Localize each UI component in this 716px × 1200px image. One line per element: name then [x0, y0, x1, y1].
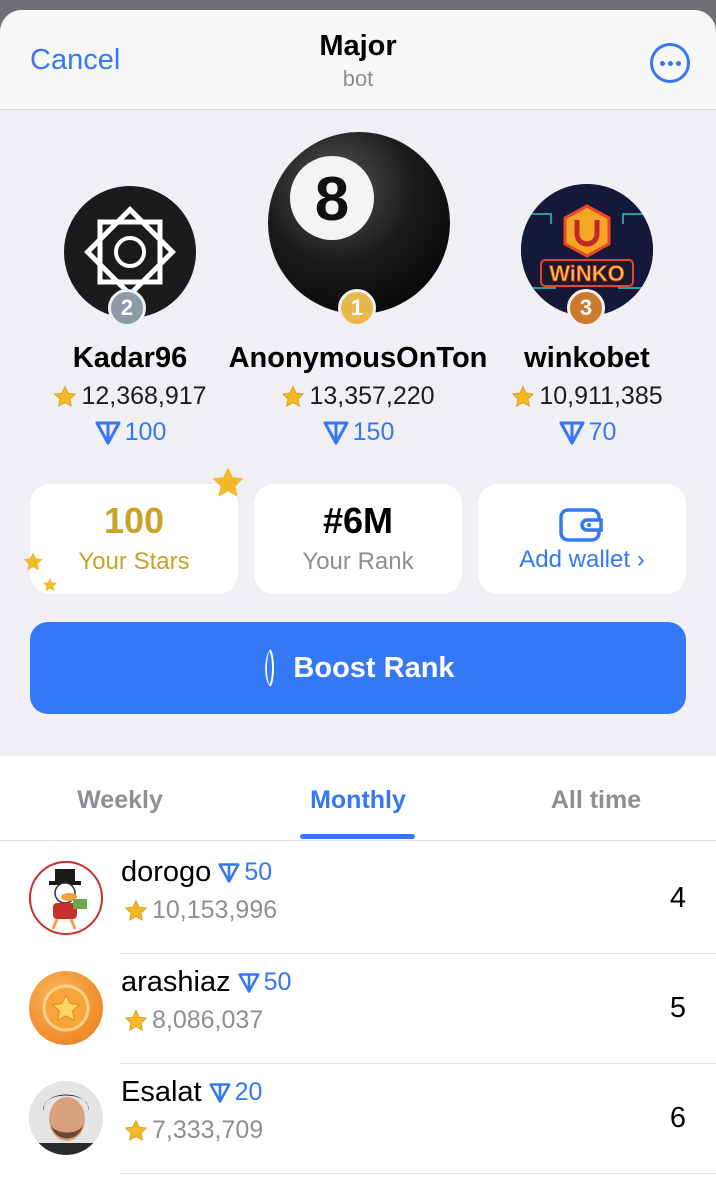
eight-ball-icon: 8 — [290, 156, 374, 240]
row-ton: 50 — [237, 968, 292, 997]
ton-icon — [323, 421, 349, 444]
star-icon — [54, 385, 77, 407]
ton-value: 100 — [124, 418, 167, 446]
avatar — [29, 1081, 103, 1155]
avatar — [29, 861, 103, 935]
stars-value: 7,333,709 — [152, 1116, 264, 1144]
podium-stars: 12,368,917 — [30, 382, 230, 411]
header-bar: Cancel Major bot — [0, 10, 716, 110]
stars-value: 12,368,917 — [81, 382, 207, 410]
list-item[interactable]: Esalat 20 7,333,709 6 — [0, 1064, 716, 1174]
rank-badge: 2 — [108, 289, 146, 327]
ton-icon — [238, 972, 260, 993]
row-stars: 10,153,996 — [124, 896, 277, 925]
duck-character-icon — [49, 869, 87, 930]
ton-icon — [209, 1082, 231, 1103]
stars-value: 8,086,037 — [152, 1006, 264, 1034]
podium-name: Kadar96 — [72, 342, 188, 374]
sparkle-star-icon — [43, 578, 57, 592]
sparkle-star-icon — [23, 552, 43, 571]
podium-stars: 13,357,220 — [258, 382, 458, 411]
ton-value: 150 — [352, 418, 395, 446]
ton-value: 70 — [588, 418, 617, 446]
rank-value: #6M — [322, 500, 394, 541]
rank-badge: 3 — [567, 289, 605, 327]
ton-value: 50 — [263, 968, 292, 996]
star-icon — [282, 385, 305, 407]
podium-ton: 150 — [258, 418, 458, 447]
page-title: Major — [319, 30, 397, 62]
list-item[interactable]: arashiaz 50 8,086,037 5 — [0, 954, 716, 1064]
ton-icon — [559, 421, 585, 444]
ton-value: 20 — [234, 1078, 263, 1106]
stars-label: Your Stars — [78, 548, 190, 575]
your-stars-card[interactable]: 100 Your Stars — [30, 484, 238, 594]
star-icon — [512, 385, 535, 407]
page-subtitle: bot — [342, 66, 374, 91]
user-name: dorogo — [121, 856, 212, 888]
active-tab-indicator — [300, 834, 415, 839]
your-rank-card[interactable]: #6M Your Rank — [254, 484, 462, 594]
row-name: dorogo 50 — [121, 856, 272, 889]
podium-ton: 70 — [487, 418, 687, 447]
row-name: arashiaz 50 — [121, 966, 291, 999]
tab-weekly[interactable]: Weekly — [20, 786, 220, 815]
row-rank: 4 — [669, 882, 686, 914]
sparkle-star-icon — [212, 467, 244, 497]
stars-value: 10,153,996 — [152, 896, 278, 924]
rank-badge: 1 — [338, 289, 376, 327]
user-name: arashiaz — [121, 966, 231, 998]
row-stars: 7,333,709 — [124, 1116, 263, 1145]
list-item[interactable]: dorogo 50 10,153,996 4 — [0, 844, 716, 954]
dot-icon — [660, 61, 665, 66]
ton-icon — [218, 862, 240, 883]
row-rank: 5 — [669, 992, 686, 1024]
svg-text:8: 8 — [315, 165, 349, 234]
divider — [121, 1173, 716, 1174]
row-stars: 8,086,037 — [124, 1006, 263, 1035]
star-icon — [124, 1119, 148, 1141]
avatar: 8 — [268, 132, 450, 314]
add-wallet-label: Add wallet › — [519, 546, 645, 573]
podium-stars: 10,911,385 — [487, 382, 687, 411]
user-name: Esalat — [121, 1076, 202, 1108]
wallet-icon — [559, 508, 603, 542]
bottom-sheet: Cancel Major bot 2 Kadar96 12,368,917 10… — [0, 10, 716, 1200]
boost-rank-label: Boost Rank — [293, 651, 455, 684]
more-options-button[interactable] — [650, 43, 690, 83]
podium-ton: 100 — [30, 418, 230, 447]
coin-star-icon — [42, 984, 90, 1032]
tab-monthly[interactable]: Monthly — [258, 786, 458, 815]
row-rank: 6 — [669, 1102, 686, 1134]
rocket-icon — [265, 649, 275, 687]
boost-rank-button[interactable]: Boost Rank — [30, 622, 686, 714]
avatar — [29, 971, 103, 1045]
stars-count: 100 — [103, 500, 165, 541]
podium-name: winkobet — [524, 342, 650, 374]
row-name: Esalat 20 — [121, 1076, 262, 1109]
leaderboard-list: Weekly Monthly All time dorogo 50 10,153… — [0, 756, 716, 1200]
dot-icon — [676, 61, 681, 66]
divider — [0, 840, 716, 841]
tab-all-time[interactable]: All time — [496, 786, 696, 815]
podium-name: AnonymousOnTon — [228, 342, 488, 374]
svg-text:WiNKO: WiNKO — [549, 261, 625, 286]
star-icon — [124, 899, 148, 921]
person-photo-icon — [29, 1081, 103, 1155]
dot-icon — [668, 61, 673, 66]
stars-value: 13,357,220 — [309, 382, 435, 410]
star-icon — [124, 1009, 148, 1031]
row-ton: 50 — [217, 858, 272, 887]
stars-value: 10,911,385 — [539, 382, 663, 410]
ton-icon — [95, 421, 121, 444]
ton-value: 50 — [244, 858, 273, 886]
row-ton: 20 — [208, 1078, 263, 1107]
add-wallet-card[interactable]: Add wallet › — [478, 484, 686, 594]
rank-label: Your Rank — [302, 548, 414, 575]
